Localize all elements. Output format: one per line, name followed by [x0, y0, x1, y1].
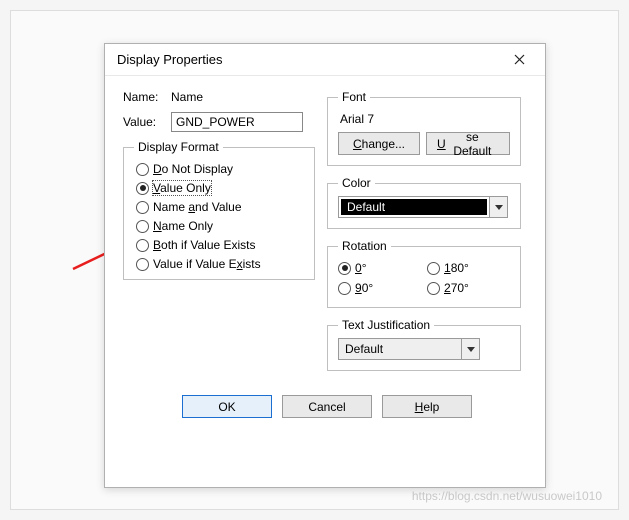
- radio-icon: [136, 163, 149, 176]
- radio-icon: [136, 201, 149, 214]
- chevron-down-icon: [489, 197, 507, 217]
- font-group: Font Arial 7 Change... Use Default: [327, 90, 521, 166]
- radio-do-not-display[interactable]: Do Not Display: [136, 162, 304, 176]
- text-justification-legend: Text Justification: [338, 318, 434, 332]
- name-label: Name:: [123, 90, 171, 104]
- radio-label: 180°: [444, 261, 469, 275]
- radio-rotation-90[interactable]: 90°: [338, 281, 421, 295]
- color-group: Color Default: [327, 176, 521, 229]
- justification-select[interactable]: Default: [338, 338, 480, 360]
- radio-value-if-value-exists[interactable]: Value if Value Exists: [136, 257, 304, 271]
- radio-rotation-180[interactable]: 180°: [427, 261, 510, 275]
- radio-icon: [136, 182, 149, 195]
- radio-label: 90°: [355, 281, 373, 295]
- font-legend: Font: [338, 90, 370, 104]
- use-default-font-button[interactable]: Use Default: [426, 132, 510, 155]
- close-icon: [514, 54, 525, 65]
- ok-button[interactable]: OK: [182, 395, 272, 418]
- watermark: https://blog.csdn.net/wusuowei1010: [412, 489, 602, 503]
- radio-icon: [136, 258, 149, 271]
- justification-value: Default: [339, 342, 461, 356]
- radio-icon: [427, 282, 440, 295]
- radio-rotation-0[interactable]: 0°: [338, 261, 421, 275]
- color-value: Default: [341, 199, 487, 215]
- display-format-group: Display Format Do Not Display Value Only: [123, 140, 315, 280]
- value-input[interactable]: [171, 112, 303, 132]
- rotation-legend: Rotation: [338, 239, 391, 253]
- radio-label: Value if Value Exists: [153, 257, 261, 271]
- radio-icon: [427, 262, 440, 275]
- radio-rotation-270[interactable]: 270°: [427, 281, 510, 295]
- radio-label: Name Only: [153, 219, 213, 233]
- radio-label: Both if Value Exists: [153, 238, 256, 252]
- color-select[interactable]: Default: [338, 196, 508, 218]
- cancel-button[interactable]: Cancel: [282, 395, 372, 418]
- radio-icon: [338, 262, 351, 275]
- radio-value-only[interactable]: Value Only: [136, 181, 304, 195]
- display-format-legend: Display Format: [134, 140, 223, 154]
- canvas-background: Display Properties Name: Name Value:: [10, 10, 619, 510]
- color-legend: Color: [338, 176, 375, 190]
- font-info: Arial 7: [340, 112, 510, 126]
- radio-name-and-value[interactable]: Name and Value: [136, 200, 304, 214]
- radio-icon: [136, 220, 149, 233]
- dialog-title: Display Properties: [117, 52, 501, 67]
- chevron-down-icon: [461, 339, 479, 359]
- radio-both-if-value-exists[interactable]: Both if Value Exists: [136, 238, 304, 252]
- radio-label: 0°: [355, 261, 367, 275]
- rotation-group: Rotation 0° 180°: [327, 239, 521, 308]
- text-justification-group: Text Justification Default: [327, 318, 521, 371]
- value-label: Value:: [123, 115, 171, 129]
- radio-label: Name and Value: [153, 200, 242, 214]
- radio-icon: [338, 282, 351, 295]
- radio-label: 270°: [444, 281, 469, 295]
- value-row: Value:: [123, 112, 315, 132]
- radio-icon: [136, 239, 149, 252]
- name-row: Name: Name: [123, 90, 315, 104]
- radio-label: Do Not Display: [153, 162, 233, 176]
- close-button[interactable]: [501, 47, 537, 73]
- dialog-footer: OK Cancel Help: [123, 381, 531, 432]
- display-properties-dialog: Display Properties Name: Name Value:: [104, 43, 546, 488]
- name-value: Name: [171, 90, 203, 104]
- change-font-button[interactable]: Change...: [338, 132, 420, 155]
- help-button[interactable]: Help: [382, 395, 472, 418]
- titlebar: Display Properties: [105, 44, 545, 76]
- radio-label: Value Only: [153, 181, 211, 195]
- radio-name-only[interactable]: Name Only: [136, 219, 304, 233]
